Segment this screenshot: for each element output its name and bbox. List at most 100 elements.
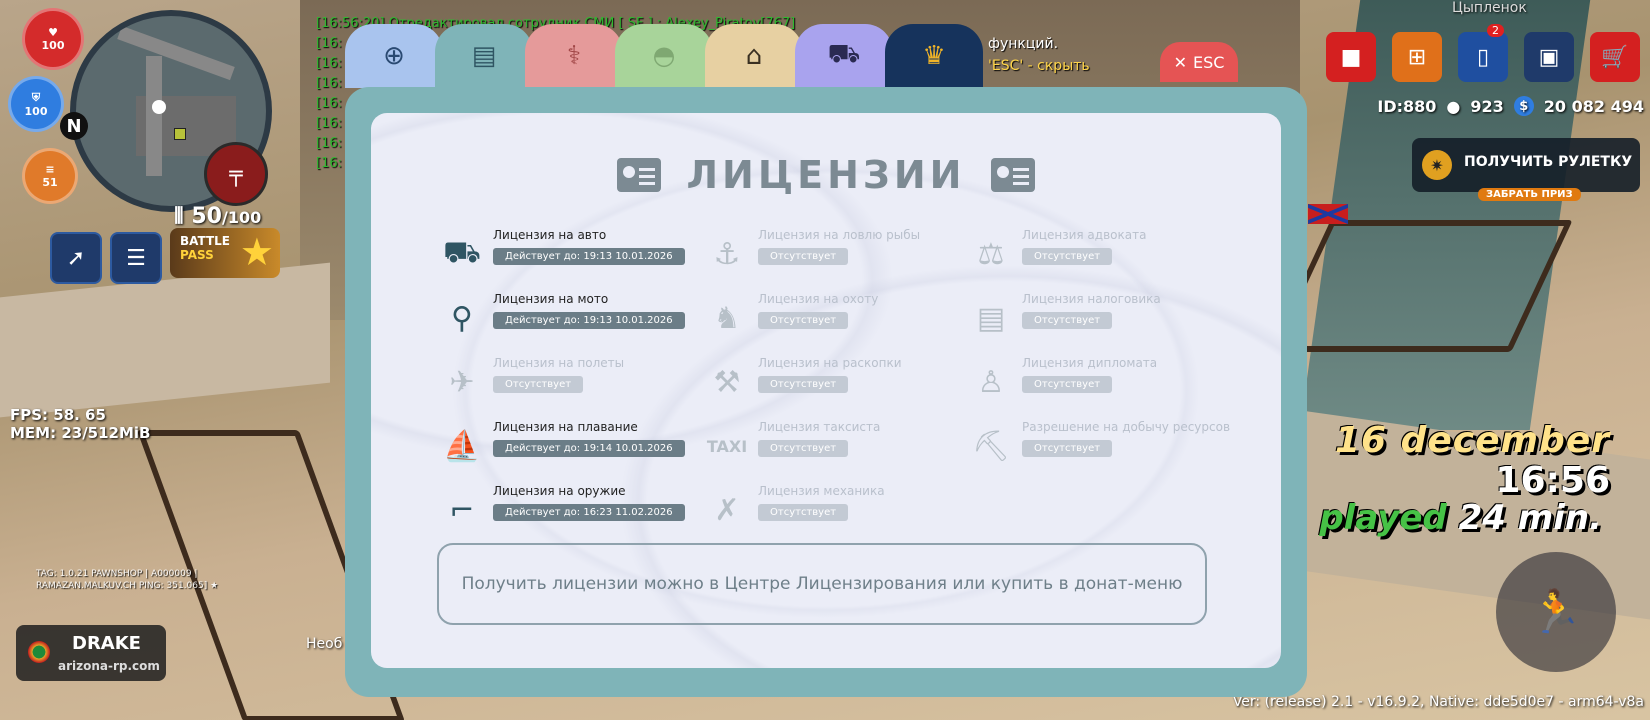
- ammo-current: 50: [191, 204, 222, 229]
- license-item-resources: ⛏ Разрешение на добычу ресурсов Отсутств…: [968, 420, 1231, 472]
- license-item-diplomat: ♙ Лицензия дипломата Отсутствует: [968, 356, 1228, 408]
- money-value: 20 082 494: [1543, 96, 1644, 116]
- license-status: Отсутствует: [758, 312, 849, 329]
- esc-label: ESC: [1192, 52, 1225, 72]
- tab-property[interactable]: ⌂: [705, 24, 803, 88]
- document-icon: ▤: [976, 300, 1006, 336]
- taxi-icon: TAXI: [706, 436, 748, 456]
- heart-icon: ♥: [48, 26, 58, 39]
- armor-indicator: ⛨ 100: [8, 76, 64, 132]
- license-item-car: ⛟ Лицензия на авто Действует до: 19:13 1…: [439, 228, 699, 280]
- run-icon[interactable]: 🏃: [1496, 552, 1616, 672]
- license-status: Действует до: 19:14 10.01.2026: [493, 440, 685, 457]
- licenses-note: Получить лицензии можно в Центре Лицензи…: [437, 543, 1207, 625]
- license-name: Лицензия на раскопки: [758, 356, 902, 370]
- license-status: Отсутствует: [1022, 440, 1113, 457]
- license-name: Лицензия механика: [758, 484, 885, 498]
- menu-grid-icon[interactable]: ⊞: [1392, 32, 1442, 82]
- pistol-icon: ⌐: [449, 492, 475, 528]
- debug-info: FPS: 58. 65 MEM: 23/512MiB: [10, 406, 151, 442]
- license-status: Действует до: 16:23 11.02.2026: [493, 504, 685, 521]
- medicine-icon: ⚕: [566, 41, 582, 71]
- player-nick: Цыпленок: [1452, 0, 1527, 16]
- tag-info: TAG: 1.0.21 PAWNSHOP | A000009 | RAMAZAN…: [36, 568, 218, 592]
- played-word: played: [1319, 498, 1447, 538]
- cursor-icon[interactable]: ➚: [50, 232, 102, 284]
- game-date: 16 december: [1334, 420, 1610, 461]
- podium-icon: ♙: [977, 364, 1005, 400]
- roulette-button[interactable]: ✷ ПОЛУЧИТЬ РУЛЕТКУ ЗАБРАТЬ ПРИЗ: [1412, 138, 1640, 201]
- license-status: Отсутствует: [493, 376, 584, 393]
- license-item-hunting: ♞ Лицензия на охоту Отсутствует: [704, 292, 964, 344]
- roulette-wheel-icon: ✷: [1422, 150, 1452, 180]
- played-value: 24 min.: [1458, 498, 1602, 538]
- camera-icon[interactable]: ■: [1326, 32, 1376, 82]
- license-name: Лицензия на охоту: [758, 292, 879, 306]
- health-indicator: ♥ 100: [22, 8, 84, 70]
- server-name: DRAKE: [72, 633, 141, 654]
- shop-cart-icon[interactable]: 🛒: [1590, 32, 1640, 82]
- server-logo-icon: [28, 641, 50, 663]
- id-card-icon: [991, 158, 1036, 192]
- license-item-excavation: ⚒ Лицензия на раскопки Отсутствует: [704, 356, 964, 408]
- passport-icon: ⊕: [383, 41, 405, 71]
- played-time: played 24 min.: [1319, 498, 1602, 538]
- hunger-indicator: ≡ 51: [22, 148, 78, 204]
- armor-value: 100: [24, 104, 48, 118]
- pickaxe-icon: ⛏: [971, 428, 1011, 464]
- hunger-value: 51: [42, 176, 58, 189]
- notification-badge: 2: [1487, 24, 1504, 37]
- server-site: arizona-rp.com: [58, 659, 160, 673]
- tab-medical[interactable]: ⚕: [525, 24, 623, 88]
- license-name: Лицензия таксиста: [758, 420, 881, 434]
- id-card-icon: ▤: [471, 41, 497, 71]
- tab-military[interactable]: ◓: [615, 24, 713, 88]
- license-item-mechanic: ✗ Лицензия механика Отсутствует: [704, 484, 964, 536]
- person-icon: ●: [1446, 96, 1461, 116]
- license-status: Отсутствует: [1022, 248, 1113, 265]
- license-name: Лицензия на авто: [493, 228, 607, 242]
- tab-vip[interactable]: ♛: [885, 24, 983, 88]
- car-icon: ⛟: [443, 234, 481, 270]
- prize-badge: ЗАБРАТЬ ПРИЗ: [1478, 188, 1581, 201]
- houses-icon: ⌂: [745, 41, 763, 71]
- player-marker-icon: [152, 100, 166, 114]
- license-item-taxi: TAXI Лицензия таксиста Отсутствует: [704, 420, 964, 472]
- close-button[interactable]: ✕ ESC: [1160, 42, 1238, 82]
- burger-icon: ≡: [45, 163, 55, 176]
- tab-licenses[interactable]: ▤: [435, 24, 533, 88]
- helmet-icon: ◓: [652, 41, 676, 71]
- license-name: Разрешение на добычу ресурсов: [1022, 420, 1231, 434]
- chat-hint: функций.: [988, 36, 1059, 52]
- map-marker-icon: [174, 128, 186, 140]
- bottom-left-text: Необ: [306, 636, 343, 652]
- ammo-counter: ⦀ 50/100: [174, 204, 262, 229]
- license-name: Лицензия адвоката: [1022, 228, 1147, 242]
- compass-north: N: [60, 112, 88, 140]
- weapon-rifle-icon[interactable]: ╤: [204, 142, 268, 206]
- map-road: [146, 56, 162, 176]
- license-status: Действует до: 19:13 10.01.2026: [493, 248, 685, 265]
- license-name: Лицензия дипломата: [1022, 356, 1158, 370]
- battle-pass-button[interactable]: BATTLE PASS ★: [170, 228, 280, 278]
- version-info: Ver: (release) 2.1 - v16.9.2, Native: dd…: [1232, 694, 1644, 710]
- license-status: Действует до: 19:13 10.01.2026: [493, 312, 685, 329]
- game-time: 16:56: [1495, 460, 1610, 501]
- license-status: Отсутствует: [1022, 312, 1113, 329]
- id-card-icon: [616, 158, 661, 192]
- license-item-moto: ⚲ Лицензия на мото Действует до: 19:13 1…: [439, 292, 699, 344]
- license-name: Лицензия на полеты: [493, 356, 625, 370]
- tasks-list-icon[interactable]: ☰: [110, 232, 162, 284]
- tab-passport[interactable]: ⊕: [345, 24, 443, 88]
- car-icon: ⛟: [827, 39, 861, 69]
- license-item-flight: ✈ Лицензия на полеты Отсутствует: [439, 356, 699, 408]
- license-name: Лицензия на оружие: [493, 484, 626, 498]
- license-item-tax: ▤ Лицензия налоговика Отсутствует: [968, 292, 1228, 344]
- tab-vehicles[interactable]: ⛟: [795, 24, 893, 88]
- armor-icon: ⛨: [31, 90, 41, 104]
- backpack-icon[interactable]: ▣: [1524, 32, 1574, 82]
- phone-icon[interactable]: ▯ 2: [1458, 24, 1508, 82]
- tag-line: TAG: 1.0.21 PAWNSHOP | A000009 |: [36, 569, 198, 579]
- dialog-title: ЛИЦЕНЗИИ: [371, 153, 1281, 197]
- sailboat-icon: ⛵: [443, 428, 481, 464]
